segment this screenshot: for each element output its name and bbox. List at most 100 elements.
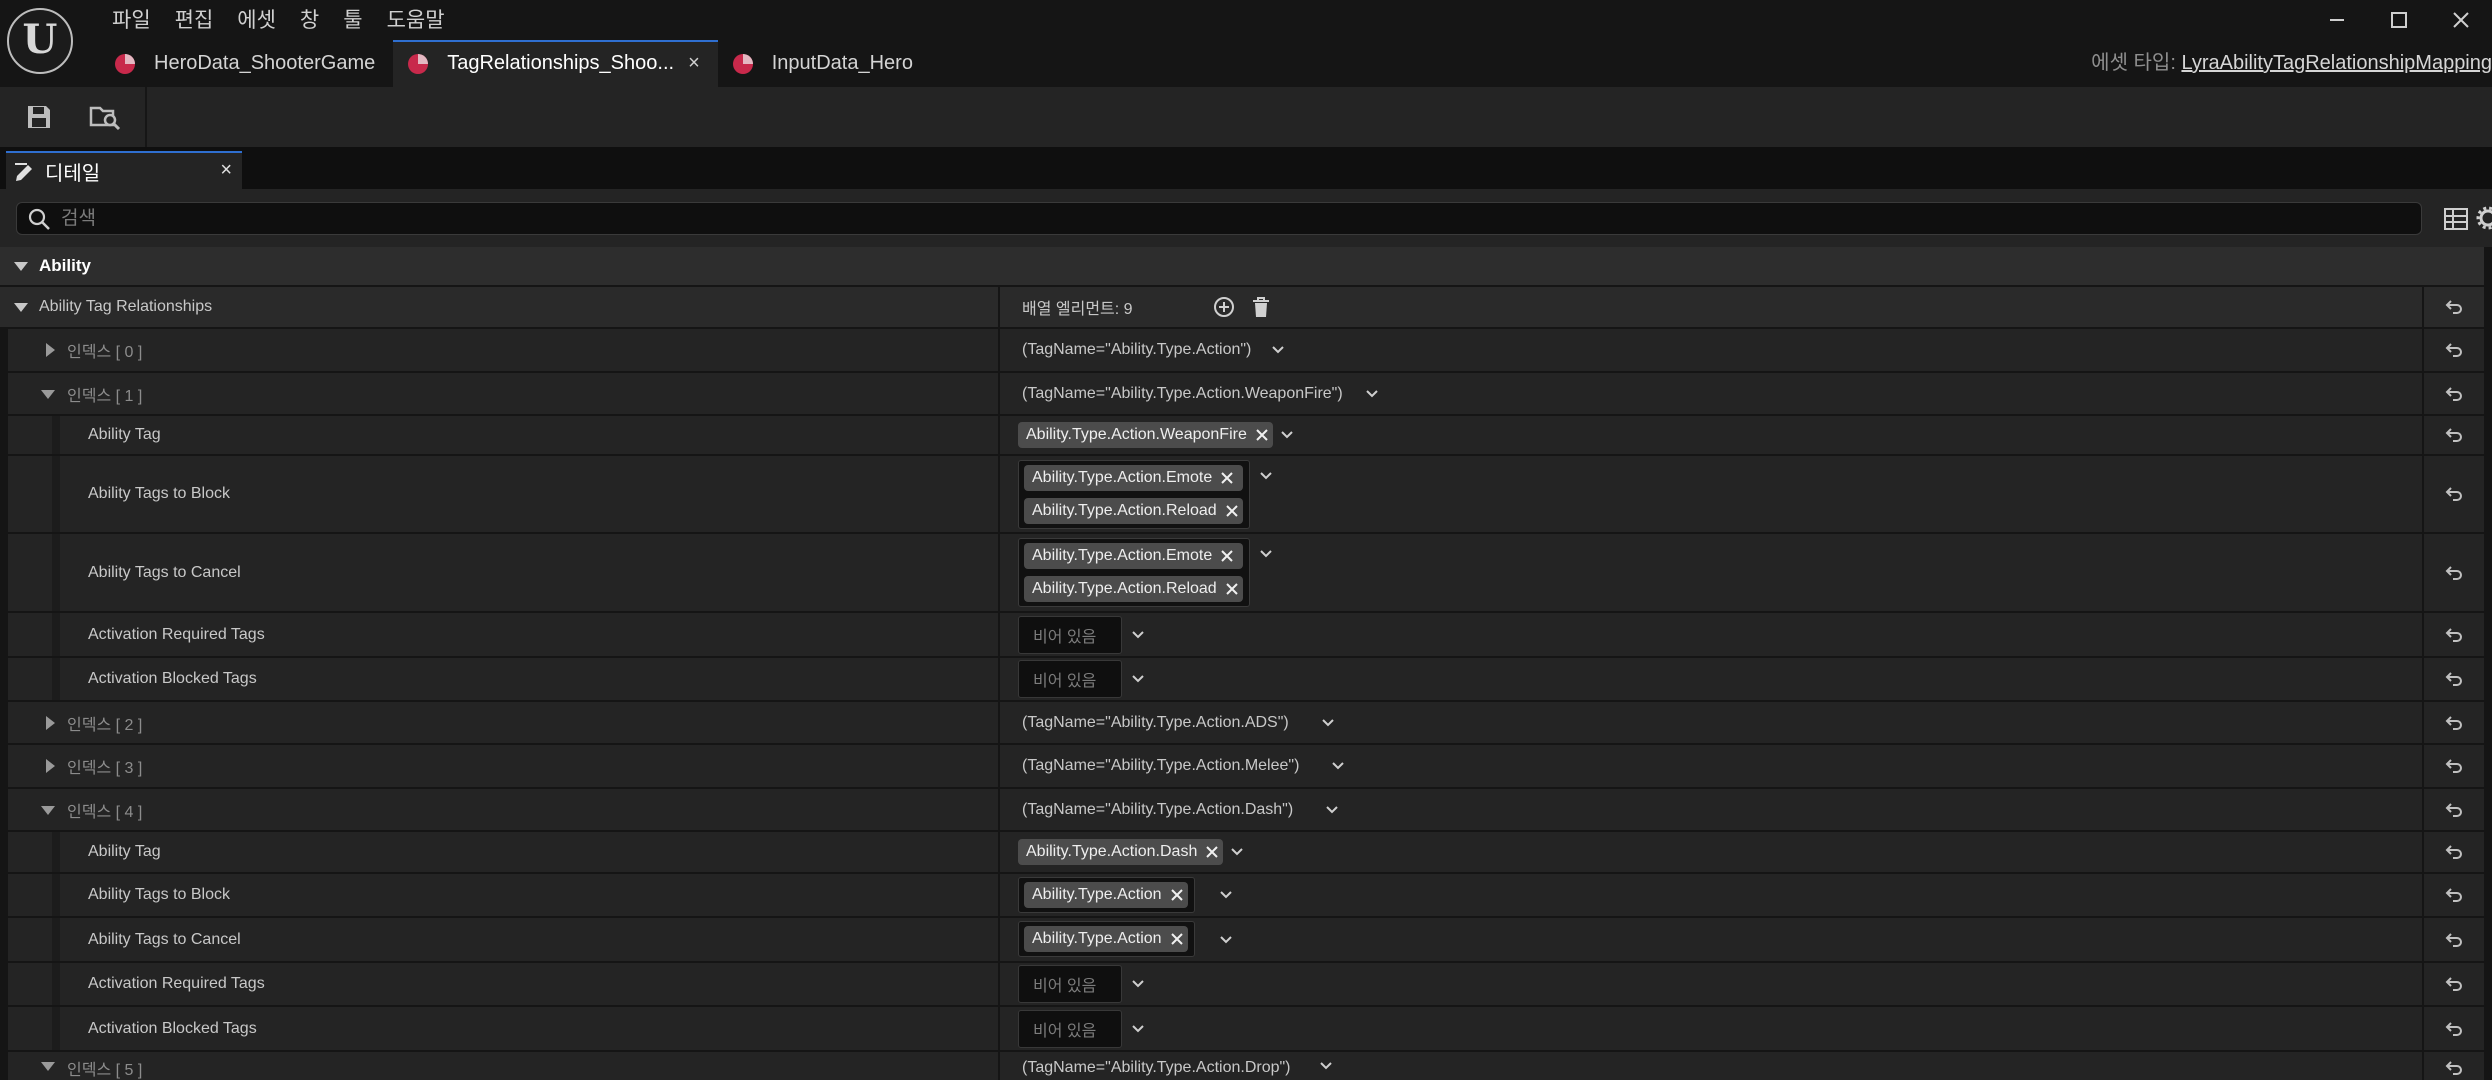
property-label: Activation Required Tags — [88, 975, 265, 992]
remove-tag-icon[interactable] — [1170, 888, 1184, 902]
remove-tag-icon[interactable] — [1225, 504, 1239, 518]
property-label: Ability Tags to Cancel — [88, 563, 241, 581]
close-tab-icon[interactable]: × — [688, 52, 700, 75]
reset-to-default-icon[interactable] — [2422, 789, 2484, 830]
close-window-icon[interactable] — [2430, 0, 2492, 40]
expand-arrow-icon[interactable] — [42, 715, 58, 730]
expand-arrow-icon[interactable] — [40, 1059, 56, 1073]
index-label: 인덱스 [ 5 ] — [67, 1062, 143, 1079]
chevron-down-icon[interactable] — [1130, 976, 1146, 992]
reset-to-default-icon[interactable] — [2422, 373, 2484, 414]
browse-asset-icon[interactable] — [86, 99, 124, 135]
expand-arrow-icon[interactable] — [13, 259, 29, 273]
clear-array-icon[interactable] — [1251, 296, 1271, 318]
reset-to-default-icon[interactable] — [2422, 1007, 2484, 1050]
search-input[interactable] — [61, 203, 2361, 234]
reset-to-default-icon[interactable] — [2422, 287, 2484, 327]
reset-to-default-icon[interactable] — [2422, 534, 2484, 611]
reset-to-default-icon[interactable] — [2422, 963, 2484, 1005]
chevron-down-icon[interactable] — [1270, 342, 1286, 358]
property-label: Activation Blocked Tags — [88, 1019, 257, 1037]
remove-tag-icon[interactable] — [1205, 845, 1219, 859]
menu-file[interactable]: 파일 — [100, 6, 163, 36]
expand-arrow-icon[interactable] — [40, 803, 56, 817]
empty-tag-container[interactable]: 비어 있음 — [1018, 1009, 1122, 1048]
property-label: Ability Tags to Block — [88, 886, 230, 903]
chevron-down-icon[interactable] — [1218, 932, 1234, 948]
tab-herodata[interactable]: HeroData_ShooterGame — [100, 40, 393, 87]
reset-to-default-icon[interactable] — [2422, 874, 2484, 916]
array-count: 배열 엘리먼트: 9 — [1022, 301, 1133, 318]
reset-to-default-icon[interactable] — [2422, 702, 2484, 743]
chevron-down-icon[interactable] — [1229, 844, 1245, 860]
indent-guide — [52, 416, 60, 454]
remove-tag-icon[interactable] — [1220, 549, 1234, 563]
details-tab[interactable]: 디테일 × — [6, 151, 242, 189]
remove-tag-icon[interactable] — [1255, 428, 1269, 442]
chevron-down-icon[interactable] — [1258, 546, 1274, 562]
chevron-down-icon[interactable] — [1130, 671, 1146, 687]
reset-to-default-icon[interactable] — [2422, 658, 2484, 700]
empty-tag-container[interactable]: 비어 있음 — [1018, 965, 1122, 1003]
gameplay-tag-chip[interactable]: Ability.Type.Action.Dash — [1018, 839, 1224, 865]
expand-arrow-icon[interactable] — [42, 343, 58, 357]
chevron-down-icon[interactable] — [1130, 627, 1146, 643]
reset-to-default-icon[interactable] — [2422, 745, 2484, 787]
indent-guide — [52, 918, 60, 961]
gameplay-tag-chip[interactable]: Ability.Type.Action — [1024, 926, 1188, 952]
property-matrix-icon[interactable] — [2444, 208, 2468, 230]
menu-window[interactable]: 창 — [288, 6, 331, 36]
add-element-icon[interactable] — [1213, 296, 1235, 318]
empty-tag-container[interactable]: 비어 있음 — [1018, 615, 1122, 654]
tag-container-box: Ability.Type.Action — [1018, 877, 1195, 913]
gameplay-tag-chip[interactable]: Ability.Type.Action.Reload — [1024, 576, 1243, 602]
chevron-down-icon[interactable] — [1258, 468, 1274, 484]
tab-inputdata[interactable]: InputData_Hero — [718, 40, 931, 87]
gameplay-tag-chip[interactable]: Ability.Type.Action.Reload — [1024, 498, 1243, 524]
reset-to-default-icon[interactable] — [2422, 613, 2484, 656]
chevron-down-icon[interactable] — [1218, 887, 1234, 903]
chevron-down-icon[interactable] — [1324, 802, 1340, 818]
menu-help[interactable]: 도움말 — [375, 6, 457, 36]
gameplay-tag-chip[interactable]: Ability.Type.Action.Emote — [1024, 465, 1243, 491]
remove-tag-icon[interactable] — [1220, 471, 1234, 485]
expand-arrow-icon[interactable] — [40, 387, 56, 401]
menu-tools[interactable]: 툴 — [331, 6, 374, 36]
gameplay-tag-chip[interactable]: Ability.Type.Action.Emote — [1024, 543, 1243, 569]
chevron-down-icon[interactable] — [1318, 1058, 1334, 1074]
reset-to-default-icon[interactable] — [2422, 456, 2484, 532]
expand-arrow-icon[interactable] — [42, 759, 58, 773]
reset-to-default-icon[interactable] — [2422, 416, 2484, 454]
unreal-logo-icon[interactable]: U — [7, 8, 73, 74]
settings-gear-icon[interactable] — [2476, 206, 2492, 230]
minimize-icon[interactable] — [2306, 0, 2368, 40]
chevron-down-icon[interactable] — [1330, 758, 1346, 774]
chevron-down-icon[interactable] — [1279, 427, 1295, 443]
search-box[interactable] — [16, 202, 2422, 235]
indent-guide — [52, 456, 60, 532]
menu-edit[interactable]: 편집 — [163, 6, 226, 36]
save-icon[interactable] — [20, 99, 58, 135]
gameplay-tag-chip[interactable]: Ability.Type.Action.WeaponFire — [1018, 422, 1273, 448]
reset-to-default-icon[interactable] — [2422, 832, 2484, 872]
remove-tag-icon[interactable] — [1170, 932, 1184, 946]
chevron-down-icon[interactable] — [1364, 386, 1380, 402]
menu-asset[interactable]: 에셋 — [225, 6, 288, 36]
gameplay-tag-chip[interactable]: Ability.Type.Action — [1024, 882, 1188, 908]
edit-pencil-icon — [15, 163, 32, 181]
remove-tag-icon[interactable] — [1225, 582, 1239, 596]
close-panel-icon[interactable]: × — [220, 159, 232, 182]
category-ability[interactable]: Ability — [0, 247, 2484, 287]
chevron-down-icon[interactable] — [1130, 1021, 1146, 1037]
chevron-down-icon[interactable] — [1320, 715, 1336, 731]
asset-type-link[interactable]: LyraAbilityTagRelationshipMapping — [2181, 52, 2492, 74]
maximize-icon[interactable] — [2368, 0, 2430, 40]
reset-to-default-icon[interactable] — [2422, 918, 2484, 961]
expand-arrow-icon[interactable] — [13, 300, 29, 314]
tab-label: InputData_Hero — [771, 52, 913, 74]
reset-to-default-icon[interactable] — [2422, 1052, 2484, 1080]
reset-to-default-icon[interactable] — [2422, 329, 2484, 371]
empty-tag-container[interactable]: 비어 있음 — [1018, 660, 1122, 698]
property-ability-tags-to-block: Ability Tags to Block Ability.Type.Actio… — [8, 874, 2484, 918]
tab-tagrelationships[interactable]: TagRelationships_Shoo... × — [393, 40, 718, 87]
